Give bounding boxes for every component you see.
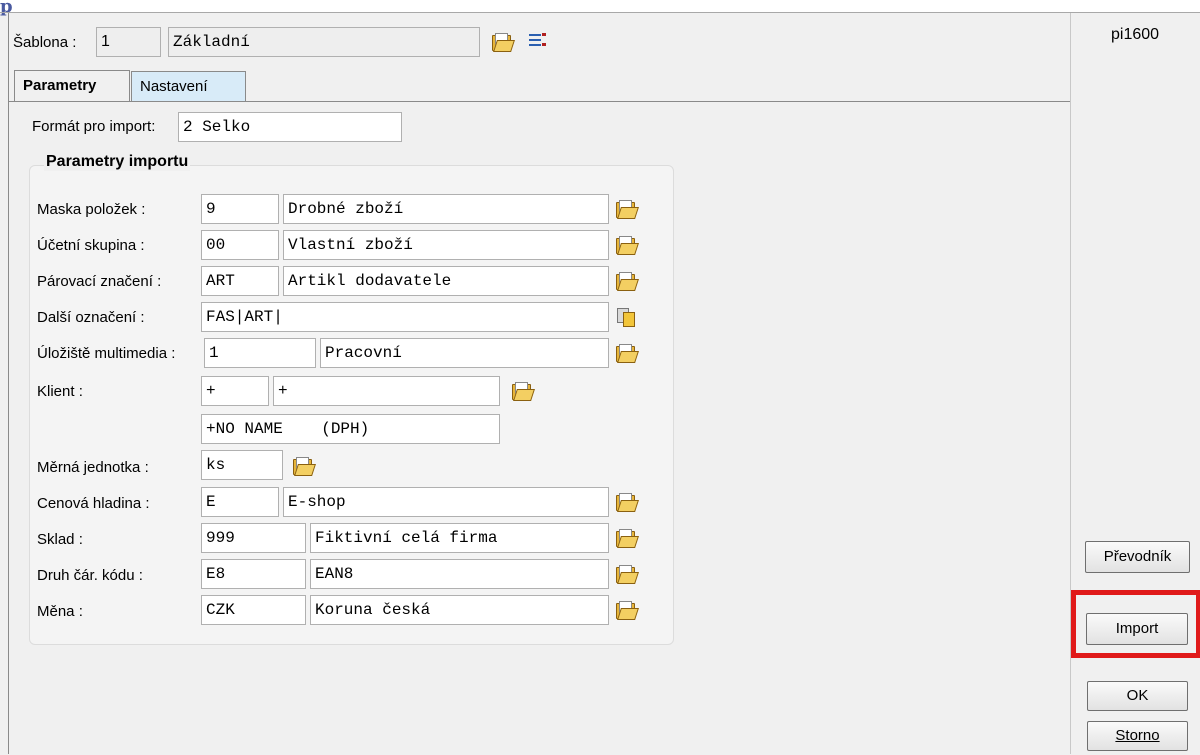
sablona-label: Šablona :	[13, 34, 77, 51]
sablona-code-field[interactable]: 1	[96, 27, 161, 57]
form-code: pi1600	[1111, 26, 1160, 43]
uloziste-name-field[interactable]: Pracovní	[320, 338, 609, 368]
folder-open-icon[interactable]	[616, 344, 639, 363]
klient-code-field[interactable]: +	[201, 376, 269, 406]
folder-open-icon[interactable]	[616, 601, 639, 620]
cenova-label: Cenová hladina :	[37, 495, 150, 512]
folder-open-icon[interactable]	[293, 457, 316, 476]
ucetni-code-field[interactable]: 00	[201, 230, 279, 260]
maska-label: Maska položek :	[37, 201, 146, 218]
folder-open-icon[interactable]	[616, 493, 639, 512]
druh-label: Druh čár. kódu :	[37, 567, 143, 584]
folder-open-icon[interactable]	[616, 236, 639, 255]
dalsi-label: Další označení :	[37, 309, 145, 326]
storno-button[interactable]: Storno	[1087, 721, 1188, 751]
sklad-code-field[interactable]: 999	[201, 523, 306, 553]
folder-open-icon[interactable]	[616, 272, 639, 291]
klient-name-field[interactable]: +	[273, 376, 500, 406]
dalsi-field[interactable]: FAS|ART|	[201, 302, 609, 332]
mena-label: Měna :	[37, 603, 83, 620]
parovaci-code-field[interactable]: ART	[201, 266, 279, 296]
tab-nastaveni[interactable]: Nastavení	[131, 71, 246, 101]
folder-open-icon[interactable]	[616, 200, 639, 219]
druh-code-field[interactable]: E8	[201, 559, 306, 589]
format-field[interactable]: 2 Selko	[178, 112, 402, 142]
sablona-name-field[interactable]: Základní	[168, 27, 480, 57]
import-highlight-box	[1071, 590, 1200, 658]
cenova-name-field[interactable]: E-shop	[283, 487, 609, 517]
cenova-code-field[interactable]: E	[201, 487, 279, 517]
window-top-strip	[0, 0, 1200, 12]
druh-name-field[interactable]: EAN8	[310, 559, 609, 589]
list-icon[interactable]	[528, 32, 548, 50]
parovaci-name-field[interactable]: Artikl dodavatele	[283, 266, 609, 296]
folder-open-icon[interactable]	[512, 382, 535, 401]
ok-button[interactable]: OK	[1087, 681, 1188, 711]
prevodnik-button[interactable]: Převodník	[1085, 541, 1190, 573]
klient-label: Klient :	[37, 383, 83, 400]
parovaci-label: Párovací značení :	[37, 273, 162, 290]
klient-detail-field[interactable]: +NO NAME (DPH)	[201, 414, 500, 444]
sklad-label: Sklad :	[37, 531, 83, 548]
window-title-fragment: p	[0, 0, 13, 17]
tab-parametry[interactable]: Parametry	[14, 70, 130, 102]
top-divider	[0, 12, 1200, 13]
ucetni-name-field[interactable]: Vlastní zboží	[283, 230, 609, 260]
folder-open-icon[interactable]	[492, 33, 515, 52]
group-title: Parametry importu	[44, 153, 191, 171]
sklad-name-field[interactable]: Fiktivní celá firma	[310, 523, 609, 553]
mena-name-field[interactable]: Koruna česká	[310, 595, 609, 625]
mena-code-field[interactable]: CZK	[201, 595, 306, 625]
folder-open-icon[interactable]	[616, 529, 639, 548]
uloziste-code-field[interactable]: 1	[204, 338, 316, 368]
folder-open-icon[interactable]	[616, 565, 639, 584]
mj-label: Měrná jednotka :	[37, 459, 149, 476]
format-label: Formát pro import:	[32, 118, 156, 135]
uloziste-label: Úložiště multimedia :	[37, 345, 176, 362]
maska-code-field[interactable]: 9	[201, 194, 279, 224]
copy-icon[interactable]	[617, 308, 635, 327]
maska-name-field[interactable]: Drobné zboží	[283, 194, 609, 224]
mj-code-field[interactable]: ks	[201, 450, 283, 480]
ucetni-label: Účetní skupina :	[37, 237, 145, 254]
